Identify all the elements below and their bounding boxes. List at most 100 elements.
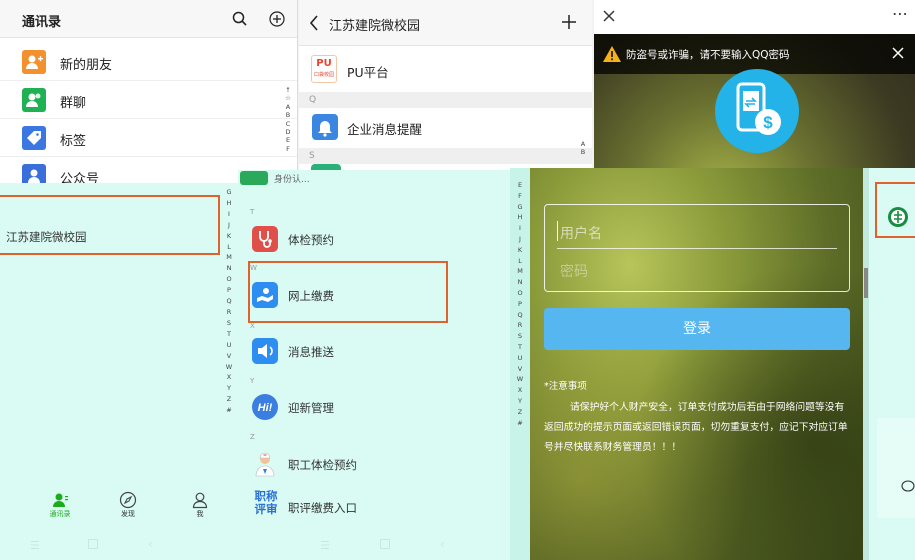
index-letter[interactable]: F xyxy=(515,191,525,202)
menu-item-enterprise-notice[interactable]: 企业消息提醒 xyxy=(299,108,592,146)
close-icon[interactable] xyxy=(602,9,616,23)
index-letter[interactable]: B xyxy=(578,148,588,156)
index-letter[interactable]: T xyxy=(515,342,525,353)
index-letter[interactable]: P xyxy=(224,285,234,296)
search-icon[interactable] xyxy=(232,11,247,26)
index-letter[interactable]: I xyxy=(224,209,234,220)
index-letter[interactable]: V xyxy=(224,351,234,362)
index-letter[interactable]: Q xyxy=(224,296,234,307)
index-letter[interactable]: I xyxy=(515,223,525,234)
index-letter[interactable]: T xyxy=(224,329,234,340)
selected-contact-highlight[interactable]: 江苏建院微校园 xyxy=(0,195,220,255)
index-letter[interactable]: M xyxy=(515,266,525,277)
index-letter[interactable]: E xyxy=(283,136,293,144)
contact-item-new-friends[interactable]: 新的朋友 xyxy=(0,43,297,81)
menu-nav-icon[interactable]: ☰ xyxy=(320,539,330,552)
warning-icon xyxy=(602,45,622,63)
index-letter[interactable]: N xyxy=(515,277,525,288)
menu-nav-icon[interactable]: ☰ xyxy=(30,539,40,552)
index-letter[interactable]: O xyxy=(224,274,234,285)
tab-discover[interactable]: 发现 xyxy=(110,491,146,519)
menu-item-title-review-payment[interactable]: 职称 评审 职评缴费入口 xyxy=(252,490,472,530)
index-letter[interactable]: J xyxy=(515,234,525,245)
index-letter[interactable]: C xyxy=(283,120,293,128)
back-nav-icon[interactable]: ‹ xyxy=(148,537,153,551)
menu-item-pu-platform[interactable]: PU 口袋校园 PU平台 xyxy=(299,50,592,90)
alphabet-index[interactable]: A B xyxy=(578,140,588,157)
index-letter[interactable]: H xyxy=(515,212,525,223)
index-letter[interactable]: L xyxy=(515,256,525,267)
menu-item-physical-exam[interactable]: 体检预约 xyxy=(252,222,472,262)
index-letter[interactable]: W xyxy=(515,374,525,385)
index-letter[interactable]: F xyxy=(283,145,293,153)
school-logo-icon xyxy=(887,206,909,228)
username-placeholder: 用户名 xyxy=(560,226,602,242)
index-letter[interactable]: R xyxy=(224,307,234,318)
close-warning-icon[interactable] xyxy=(892,47,904,59)
index-letter[interactable]: R xyxy=(515,320,525,331)
index-letter[interactable]: U xyxy=(224,340,234,351)
index-letter[interactable]: X xyxy=(224,372,234,383)
contact-item-group-chat[interactable]: 群聊 xyxy=(0,81,297,119)
index-letter[interactable]: D xyxy=(283,128,293,136)
index-letter[interactable]: Y xyxy=(224,383,234,394)
menu-item-message-push[interactable]: 消息推送 xyxy=(252,334,472,374)
add-icon[interactable] xyxy=(561,14,577,30)
menu-item-freshman-management[interactable]: Hi! 迎新管理 xyxy=(252,390,472,430)
home-nav-icon[interactable] xyxy=(88,539,98,549)
index-letter[interactable]: Q xyxy=(515,310,525,321)
tab-me[interactable]: 我 xyxy=(182,491,218,519)
tab-contacts[interactable]: 通讯录 xyxy=(42,491,78,519)
index-letter[interactable]: L xyxy=(224,242,234,253)
more-icon[interactable]: ⋯ xyxy=(892,4,909,23)
chat-bubble-icon[interactable] xyxy=(901,480,915,494)
index-letter[interactable]: Z xyxy=(224,394,234,405)
password-field[interactable]: 密码 xyxy=(557,257,837,285)
tab-label: 我 xyxy=(196,510,204,518)
index-letter[interactable]: M xyxy=(224,252,234,263)
index-letter[interactable]: O xyxy=(515,288,525,299)
index-letter[interactable]: N xyxy=(224,263,234,274)
partial-right-screen xyxy=(863,168,915,560)
alphabet-index[interactable]: ↑ ☆ A B C D E F xyxy=(283,86,293,153)
index-letter[interactable]: W xyxy=(224,362,234,373)
notice-body: 请保护好个人财产安全，订单支付成功后若由于网络问题等没有返回成功的提示页面或返回… xyxy=(544,402,848,453)
login-button[interactable]: 登录 xyxy=(544,308,850,350)
index-letter[interactable]: E xyxy=(515,180,525,191)
back-nav-icon[interactable]: ‹ xyxy=(440,537,445,551)
index-letter[interactable]: U xyxy=(515,353,525,364)
index-letter[interactable]: # xyxy=(224,405,234,416)
index-letter[interactable]: A xyxy=(578,140,588,148)
add-circle-icon[interactable] xyxy=(269,11,285,27)
index-letter[interactable]: Z xyxy=(515,407,525,418)
stethoscope-icon xyxy=(252,226,278,252)
index-letter[interactable]: P xyxy=(515,299,525,310)
contact-item-tags[interactable]: 标签 xyxy=(0,119,297,157)
index-letter[interactable]: K xyxy=(224,231,234,242)
index-letter[interactable]: B xyxy=(283,111,293,119)
index-letter[interactable]: X xyxy=(515,385,525,396)
index-letter[interactable]: Y xyxy=(515,396,525,407)
scrollbar-thumb[interactable] xyxy=(864,268,868,298)
index-letter[interactable]: V xyxy=(515,364,525,375)
back-chevron-icon[interactable] xyxy=(309,15,319,31)
index-letter[interactable]: G xyxy=(224,187,234,198)
login-screen: 用户名 密码 登录 *注意事项 请保护好个人财产安全，订单支付成功后若由于网络问… xyxy=(530,168,880,560)
index-letter[interactable]: G xyxy=(515,202,525,213)
index-letter[interactable]: # xyxy=(515,418,525,429)
alphabet-index[interactable]: G H I J K L M N O P Q R S T U V W X Y Z … xyxy=(224,187,234,416)
index-letter[interactable]: K xyxy=(515,245,525,256)
home-nav-icon[interactable] xyxy=(380,539,390,549)
index-letter[interactable]: ☆ xyxy=(283,94,293,102)
menu-item-online-payment[interactable]: 网上缴费 xyxy=(252,278,472,318)
index-letter[interactable]: J xyxy=(224,220,234,231)
alphabet-index[interactable]: E F G H I J K L M N O P Q R S T U V W X … xyxy=(515,180,525,428)
index-letter[interactable]: S xyxy=(515,331,525,342)
scrollbar-track[interactable] xyxy=(863,168,869,560)
index-letter[interactable]: ↑ xyxy=(283,86,293,94)
menu-item-staff-exam[interactable]: 职工体检预约 xyxy=(252,447,472,487)
index-letter[interactable]: S xyxy=(224,318,234,329)
username-field[interactable]: 用户名 xyxy=(557,219,837,249)
index-letter[interactable]: A xyxy=(283,103,293,111)
index-letter[interactable]: H xyxy=(224,198,234,209)
